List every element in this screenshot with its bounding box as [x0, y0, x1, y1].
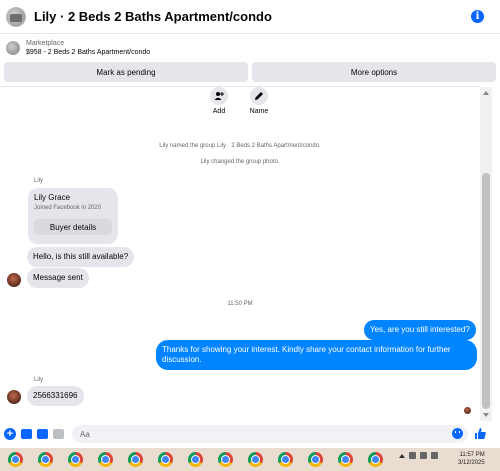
message-bubble-incoming[interactable]: Hello, is this still available?	[27, 247, 135, 267]
listing-title[interactable]: $958 - 2 Beds 2 Baths Apartment/condo	[26, 48, 150, 58]
chrome-taskbar-icon[interactable]	[8, 452, 23, 467]
info-icon[interactable]: i	[471, 10, 484, 23]
message-bubble-outgoing[interactable]: Thanks for showing your interest. Kindly…	[156, 340, 477, 370]
more-options-button[interactable]: More options	[252, 62, 496, 82]
chrome-taskbar-icon[interactable]	[248, 452, 263, 467]
windows-taskbar: 11:57 PM 3/12/2025	[0, 448, 500, 471]
add-label: Add	[212, 108, 226, 115]
more-actions-button[interactable]: +	[4, 428, 16, 440]
group-quick-actions: Add Name	[209, 87, 269, 115]
plus-icon[interactable]: +	[4, 428, 16, 440]
chrome-taskbar-icon[interactable]	[68, 452, 83, 467]
timestamp-divider: 11:50 PM	[227, 301, 253, 307]
listing-thumbnail	[6, 41, 20, 55]
message-bubble-incoming[interactable]: Message sent	[27, 268, 89, 288]
system-message: Lily named the group Lily · 2 Beds 2 Bat…	[159, 143, 321, 149]
sender-avatar[interactable]	[7, 273, 21, 287]
chrome-taskbar-icon[interactable]	[158, 452, 173, 467]
listing-actions: Mark as pending More options	[4, 62, 496, 82]
chrome-taskbar-icon[interactable]	[308, 452, 323, 467]
message-thread: Add Name Lily named the group Lily · 2 B…	[0, 87, 480, 421]
chrome-taskbar-icon[interactable]	[98, 452, 113, 467]
sender-name: Lily	[34, 178, 44, 184]
add-people-action[interactable]: Add	[209, 87, 229, 115]
name-group-action[interactable]: Name	[249, 87, 269, 115]
message-bubble-incoming[interactable]: 2566331696	[27, 386, 84, 406]
sender-name: Lily	[34, 377, 44, 383]
thread-scrollbar[interactable]	[480, 87, 492, 421]
chrome-taskbar-icon[interactable]	[218, 452, 233, 467]
marketplace-listing[interactable]: Marketplace $958 - 2 Beds 2 Baths Apartm…	[0, 35, 500, 61]
scroll-down-arrow-icon[interactable]	[483, 413, 489, 417]
chrome-taskbar-icon[interactable]	[368, 452, 383, 467]
sticker-button[interactable]	[36, 428, 48, 440]
sticker-icon[interactable]	[36, 429, 48, 439]
chrome-taskbar-icon[interactable]	[188, 452, 203, 467]
clock-date: 3/12/2025	[458, 460, 485, 466]
system-message: Lily changed the group photo.	[200, 159, 280, 165]
conversation-header: Lily · 2 Beds 2 Baths Apartment/condo i	[0, 0, 500, 34]
network-icon[interactable]	[409, 452, 416, 459]
add-person-icon[interactable]	[210, 87, 228, 105]
group-avatar[interactable]	[6, 6, 26, 27]
system-tray	[399, 452, 438, 459]
buyer-details-button[interactable]: Buyer details	[34, 219, 112, 235]
marketplace-label: Marketplace	[26, 39, 65, 47]
read-receipt-avatar	[464, 407, 471, 414]
gif-icon[interactable]	[52, 429, 64, 439]
buyer-name: Lily Grace	[34, 193, 71, 202]
gif-button[interactable]	[52, 428, 64, 440]
clock-time: 11:57 PM	[459, 452, 485, 458]
battery-icon[interactable]	[431, 452, 438, 459]
message-bubble-outgoing[interactable]: Yes, are you still interested?	[364, 320, 476, 340]
conversation-title[interactable]: Lily · 2 Beds 2 Baths Apartment/condo	[34, 9, 272, 24]
chrome-taskbar-icon[interactable]	[278, 452, 293, 467]
buyer-joined: Joined Facebook in 2020	[34, 205, 102, 211]
volume-icon[interactable]	[420, 452, 427, 459]
attach-photo-button[interactable]	[20, 428, 32, 440]
thumbs-up-icon[interactable]	[474, 427, 486, 440]
name-label: Name	[249, 108, 269, 115]
tray-chevron-icon[interactable]	[399, 453, 405, 458]
scroll-up-arrow-icon[interactable]	[483, 91, 489, 95]
mark-as-pending-button[interactable]: Mark as pending	[4, 62, 248, 82]
listing-text: Marketplace $958 - 2 Beds 2 Baths Apartm…	[26, 39, 150, 58]
chrome-taskbar-icon[interactable]	[338, 452, 353, 467]
chrome-taskbar-icon[interactable]	[38, 452, 53, 467]
emoji-icon[interactable]	[452, 428, 463, 439]
pencil-icon[interactable]	[250, 87, 268, 105]
buyer-profile-card: Lily Grace Joined Facebook in 2020 Buyer…	[28, 188, 118, 244]
messenger-window: Lily · 2 Beds 2 Baths Apartment/condo i …	[0, 0, 500, 471]
scroll-thumb[interactable]	[482, 173, 490, 409]
chrome-taskbar-icon[interactable]	[128, 452, 143, 467]
sender-avatar[interactable]	[7, 390, 21, 404]
system-clock[interactable]: 11:57 PM 3/12/2025	[458, 451, 485, 467]
message-input[interactable]: Aa	[72, 425, 468, 443]
message-composer: + Aa	[0, 422, 500, 446]
photo-icon[interactable]	[20, 429, 32, 439]
